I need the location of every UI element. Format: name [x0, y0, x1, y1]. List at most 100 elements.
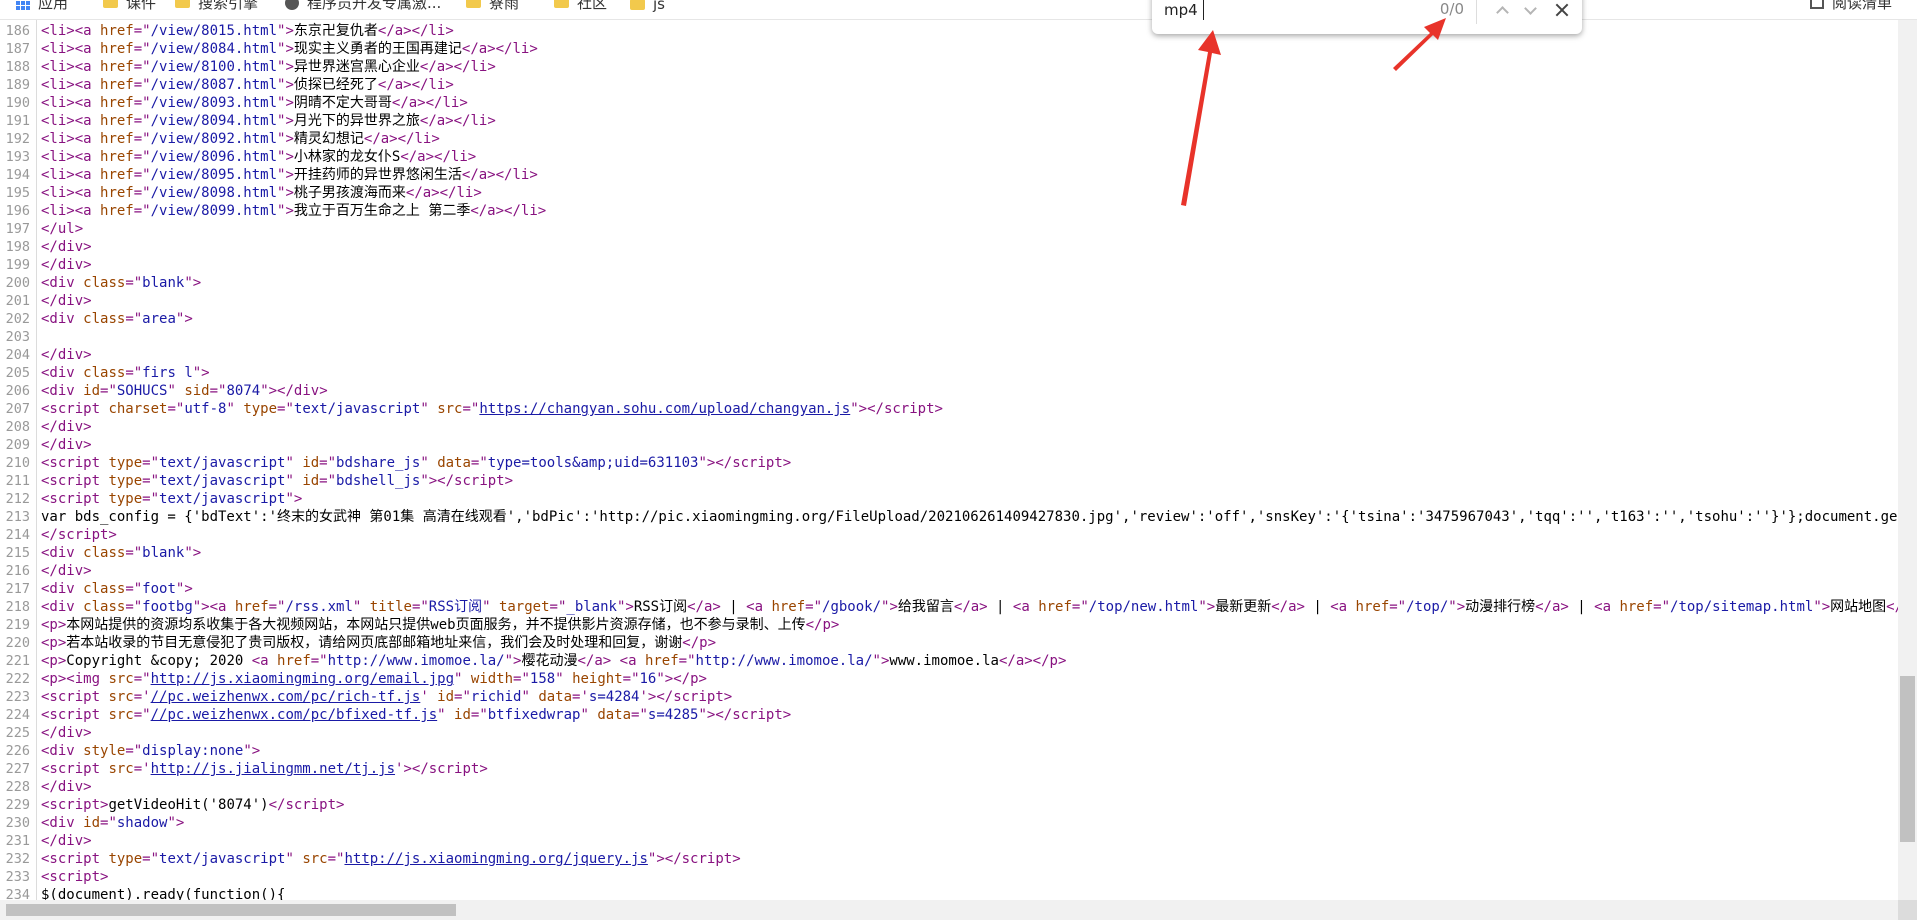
vertical-scrollbar[interactable] — [1898, 20, 1917, 900]
bookmark-reading-list[interactable]: 阅读清单 — [1810, 0, 1892, 13]
line-number: 200 — [5, 275, 30, 291]
line-number: 197 — [5, 221, 30, 237]
line-number: 188 — [5, 59, 30, 75]
line-number: 234 — [5, 887, 30, 900]
bookmark-label: 搜索引擎 — [198, 0, 259, 12]
source-text: <p>Copyright &copy; 2020 <a href="http:/… — [41, 653, 1067, 669]
find-previous-button[interactable] — [1488, 0, 1516, 24]
source-text: </div> — [41, 257, 92, 273]
source-line: 219 <p>本网站提供的资源均系收集于各大视频网站，本网站只提供web页面服务，… — [0, 616, 1898, 634]
source-line: 191 <li><a href="/view/8094.html">月光下的异世界… — [0, 112, 1898, 130]
folder-icon — [466, 0, 481, 8]
bookmark-folder-4[interactable]: 寮雨 — [466, 0, 519, 13]
vertical-scrollbar-thumb[interactable] — [1900, 676, 1915, 842]
horizontal-scrollbar[interactable] — [0, 900, 1898, 920]
source-text: <script type="text/javascript" id="bdsha… — [41, 455, 792, 471]
line-number: 214 — [5, 527, 30, 543]
source-text: var bds_config = {'bdText':'终末的女武神 第01集 … — [41, 509, 1898, 525]
bookmark-folder-community[interactable]: 社区 — [554, 0, 607, 13]
source-line: 187 <li><a href="/view/8084.html">现实主义勇者的… — [0, 40, 1898, 58]
source-line: 221 <p>Copyright &copy; 2020 <a href="htt… — [0, 652, 1898, 670]
line-number: 193 — [5, 149, 30, 165]
source-line: 196 <li><a href="/view/8099.html">我立于百万生命… — [0, 202, 1898, 220]
line-number: 230 — [5, 815, 30, 831]
bookmark-dev[interactable]: 程序员开发专属激... — [285, 0, 441, 13]
source-text: </div> — [41, 293, 92, 309]
source-line: 197 </ul> — [0, 220, 1898, 238]
source-line: 195 <li><a href="/view/8098.html">桃子男孩渡海而… — [0, 184, 1898, 202]
line-number: 224 — [5, 707, 30, 723]
source-text: <div class="blank"> — [41, 275, 202, 291]
page-source-view[interactable]: 186 <li><a href="/view/8015.html">东京卍复仇者<… — [0, 20, 1898, 900]
source-text: </div> — [41, 437, 92, 453]
find-input[interactable] — [1164, 0, 1374, 22]
source-text: </div> — [41, 419, 92, 435]
text-caret — [1203, 0, 1204, 20]
line-number: 204 — [5, 347, 30, 363]
line-number: 198 — [5, 239, 30, 255]
source-text: $(document).ready(function(){ — [41, 887, 286, 900]
source-text: <script> — [41, 869, 109, 885]
line-number: 189 — [5, 77, 30, 93]
source-text: <li><a href="/view/8092.html">精灵幻想记</a><… — [41, 131, 440, 147]
source-line: 224 <script src="//pc.weizhenwx.com/pc/bf… — [0, 706, 1898, 724]
line-number: 207 — [5, 401, 30, 417]
line-number: 227 — [5, 761, 30, 777]
line-number: 212 — [5, 491, 30, 507]
find-close-button[interactable] — [1548, 0, 1576, 24]
line-number: 190 — [5, 95, 30, 111]
source-line: 229 <script>getVideoHit('8074')</script> — [0, 796, 1898, 814]
source-text: <li><a href="/view/8094.html">月光下的异世界之旅<… — [41, 113, 496, 129]
source-text: </div> — [41, 833, 92, 849]
line-number: 187 — [5, 41, 30, 57]
line-number: 206 — [5, 383, 30, 399]
folder-icon — [630, 0, 645, 10]
line-number: 232 — [5, 851, 30, 867]
line-number: 217 — [5, 581, 30, 597]
line-number: 233 — [5, 869, 30, 885]
source-text: <script type="text/javascript" src="http… — [41, 851, 741, 867]
bookmark-label: 社区 — [577, 0, 608, 12]
source-line: 204 </div> — [0, 346, 1898, 364]
source-line: 194 <li><a href="/view/8095.html">开挂药师的异世… — [0, 166, 1898, 184]
line-number: 223 — [5, 689, 30, 705]
source-text: <li><a href="/view/8096.html">小林家的龙女仆S</… — [41, 149, 477, 165]
source-line: 189 <li><a href="/view/8087.html">侦探已经死了<… — [0, 76, 1898, 94]
apps-grid-icon — [16, 0, 30, 10]
bookmark-label: 阅读清单 — [1832, 0, 1893, 12]
source-line: 211 <script type="text/javascript" id="bd… — [0, 472, 1898, 490]
source-line: 201 </div> — [0, 292, 1898, 310]
source-line: 202 <div class="area"> — [0, 310, 1898, 328]
bookmark-label: 程序员开发专属激... — [307, 0, 442, 12]
source-text: <script charset="utf-8" type="text/javas… — [41, 401, 943, 417]
line-number: 209 — [5, 437, 30, 453]
line-number: 202 — [5, 311, 30, 327]
bookmark-label: js — [653, 0, 665, 13]
source-text: <script src="//pc.weizhenwx.com/pc/bfixe… — [41, 707, 792, 723]
globe-icon — [285, 0, 299, 10]
line-number: 201 — [5, 293, 30, 309]
source-line: 231 </div> — [0, 832, 1898, 850]
source-text: <div style="display:none"> — [41, 743, 261, 759]
source-line: 213 var bds_config = {'bdText':'终末的女武神 第0… — [0, 508, 1898, 526]
line-number: 218 — [5, 599, 30, 615]
horizontal-scrollbar-thumb[interactable] — [6, 904, 456, 916]
find-next-button[interactable] — [1516, 0, 1544, 24]
bookmark-apps[interactable]: 应用 — [16, 0, 68, 13]
bookmark-folder-js[interactable]: js — [630, 0, 665, 13]
bookmark-label: 寮雨 — [489, 0, 520, 12]
line-number: 205 — [5, 365, 30, 381]
find-match-count: 0/0 — [1439, 0, 1464, 18]
bookmark-label: 应用 — [38, 0, 69, 12]
reading-list-icon — [1810, 0, 1824, 9]
source-text: <script src='//pc.weizhenwx.com/pc/rich-… — [41, 689, 733, 705]
source-text: <div class="firs l"> — [41, 365, 210, 381]
find-separator — [1476, 0, 1477, 24]
bookmark-folder-kejian[interactable]: 课件 — [103, 0, 156, 13]
source-text: <li><a href="/view/8084.html">现实主义勇者的王国再… — [41, 41, 538, 57]
bookmark-folder-search[interactable]: 搜索引擎 — [175, 0, 258, 13]
source-text: <div id="shadow"> — [41, 815, 185, 831]
line-number: 229 — [5, 797, 30, 813]
source-text: <li><a href="/view/8099.html">我立于百万生命之上 … — [41, 203, 547, 219]
source-line: 225 </div> — [0, 724, 1898, 742]
